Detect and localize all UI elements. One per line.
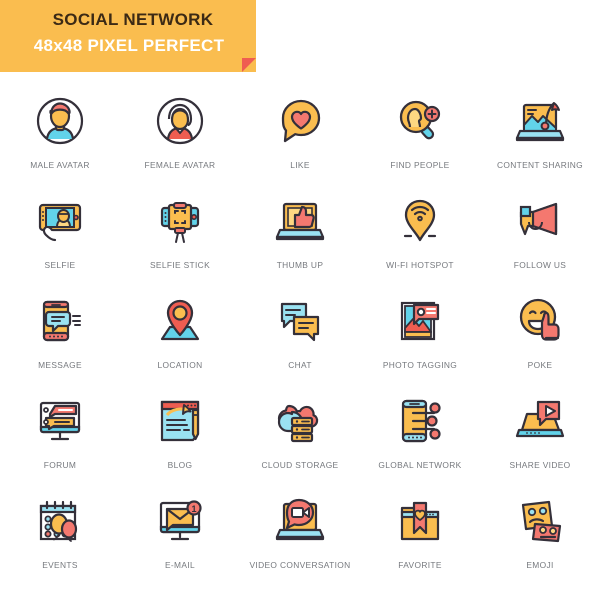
email-icon: 1 bbox=[146, 488, 214, 554]
blog-icon bbox=[146, 388, 214, 454]
icon-cell-male-avatar[interactable]: MALE AVATAR bbox=[0, 88, 120, 188]
message-icon bbox=[26, 288, 94, 354]
icon-label: CONTENT SHARING bbox=[496, 160, 584, 170]
location-icon bbox=[146, 288, 214, 354]
cloud-storage-icon bbox=[266, 388, 334, 454]
icon-cell-share-video[interactable]: SHARE VIDEO bbox=[480, 388, 600, 488]
video-conversation-icon bbox=[266, 488, 334, 554]
icon-cell-wifi-hotspot[interactable]: WI-FI HOTSPOT bbox=[360, 188, 480, 288]
emoji-icon bbox=[506, 488, 574, 554]
forum-icon bbox=[26, 388, 94, 454]
icon-label: CLOUD STORAGE bbox=[261, 460, 339, 470]
icon-cell-blog[interactable]: BLOG bbox=[120, 388, 240, 488]
content-sharing-icon bbox=[506, 88, 574, 154]
share-video-icon bbox=[506, 388, 574, 454]
icon-label: SELFIE bbox=[44, 260, 76, 270]
icon-cell-find-people[interactable]: FIND PEOPLE bbox=[360, 88, 480, 188]
icon-label: SELFIE STICK bbox=[149, 260, 211, 270]
icon-cell-selfie[interactable]: SELFIE bbox=[0, 188, 120, 288]
icon-cell-video-conversation[interactable]: VIDEO CONVERSATION bbox=[240, 488, 360, 588]
icon-label: LIKE bbox=[290, 160, 310, 170]
email-badge-count: 1 bbox=[191, 504, 196, 514]
find-people-icon bbox=[386, 88, 454, 154]
icon-label: THUMB UP bbox=[276, 260, 324, 270]
icon-label: SHARE VIDEO bbox=[509, 460, 571, 470]
female-avatar-icon bbox=[146, 88, 214, 154]
icon-label: MESSAGE bbox=[38, 360, 82, 370]
icon-label: POKE bbox=[527, 360, 553, 370]
icon-label: FAVORITE bbox=[398, 560, 442, 570]
icon-cell-cloud-storage[interactable]: CLOUD STORAGE bbox=[240, 388, 360, 488]
icon-label: GLOBAL NETWORK bbox=[378, 460, 462, 470]
photo-tagging-icon bbox=[386, 288, 454, 354]
icon-cell-content-sharing[interactable]: CONTENT SHARING bbox=[480, 88, 600, 188]
selfie-stick-icon bbox=[146, 188, 214, 254]
icon-cell-global-network[interactable]: GLOBAL NETWORK bbox=[360, 388, 480, 488]
icon-label: MALE AVATAR bbox=[30, 160, 90, 170]
chat-icon bbox=[266, 288, 334, 354]
banner-subtitle: 48x48 PIXEL PERFECT bbox=[33, 36, 225, 55]
icon-label: EMOJI bbox=[526, 560, 554, 570]
icon-cell-like[interactable]: LIKE bbox=[240, 88, 360, 188]
events-icon bbox=[26, 488, 94, 554]
icon-cell-location[interactable]: LOCATION bbox=[120, 288, 240, 388]
icon-cell-message[interactable]: MESSAGE bbox=[0, 288, 120, 388]
icon-cell-female-avatar[interactable]: FEMALE AVATAR bbox=[120, 88, 240, 188]
icon-cell-thumb-up[interactable]: THUMB UP bbox=[240, 188, 360, 288]
icon-cell-poke[interactable]: POKE bbox=[480, 288, 600, 388]
icon-label: E-MAIL bbox=[164, 560, 196, 570]
icon-cell-selfie-stick[interactable]: SELFIE STICK bbox=[120, 188, 240, 288]
icon-cell-follow-us[interactable]: FOLLOW US bbox=[480, 188, 600, 288]
banner-title: SOCIAL NETWORK bbox=[52, 10, 214, 29]
icon-cell-favorite[interactable]: FAVORITE bbox=[360, 488, 480, 588]
icon-label: PHOTO TAGGING bbox=[382, 360, 458, 370]
icon-cell-photo-tagging[interactable]: PHOTO TAGGING bbox=[360, 288, 480, 388]
like-icon bbox=[266, 88, 334, 154]
icon-cell-events[interactable]: EVENTS bbox=[0, 488, 120, 588]
icon-label: VIDEO CONVERSATION bbox=[249, 560, 351, 570]
selfie-icon bbox=[26, 188, 94, 254]
icon-cell-email[interactable]: 1 E-MAIL bbox=[120, 488, 240, 588]
icon-label: EVENTS bbox=[42, 560, 78, 570]
icon-label: FEMALE AVATAR bbox=[144, 160, 216, 170]
icon-cell-chat[interactable]: CHAT bbox=[240, 288, 360, 388]
icon-label: FIND PEOPLE bbox=[390, 160, 450, 170]
banner-fold-corner bbox=[242, 58, 256, 72]
icon-label: CHAT bbox=[288, 360, 312, 370]
favorite-icon bbox=[386, 488, 454, 554]
male-avatar-icon bbox=[26, 88, 94, 154]
wifi-hotspot-icon bbox=[386, 188, 454, 254]
icon-label: FORUM bbox=[43, 460, 77, 470]
icon-label: WI-FI HOTSPOT bbox=[386, 260, 454, 270]
icon-label: LOCATION bbox=[157, 360, 203, 370]
header-banner: SOCIAL NETWORK 48x48 PIXEL PERFECT bbox=[0, 0, 256, 72]
icon-label: BLOG bbox=[167, 460, 193, 470]
global-network-icon bbox=[386, 388, 454, 454]
icon-label: FOLLOW US bbox=[513, 260, 567, 270]
icon-cell-emoji[interactable]: EMOJI bbox=[480, 488, 600, 588]
follow-us-icon bbox=[506, 188, 574, 254]
poke-icon bbox=[506, 288, 574, 354]
thumb-up-icon bbox=[266, 188, 334, 254]
icon-cell-forum[interactable]: FORUM bbox=[0, 388, 120, 488]
icon-grid: MALE AVATAR FEMALE AVATAR LIKE FIND PEOP… bbox=[0, 88, 600, 588]
